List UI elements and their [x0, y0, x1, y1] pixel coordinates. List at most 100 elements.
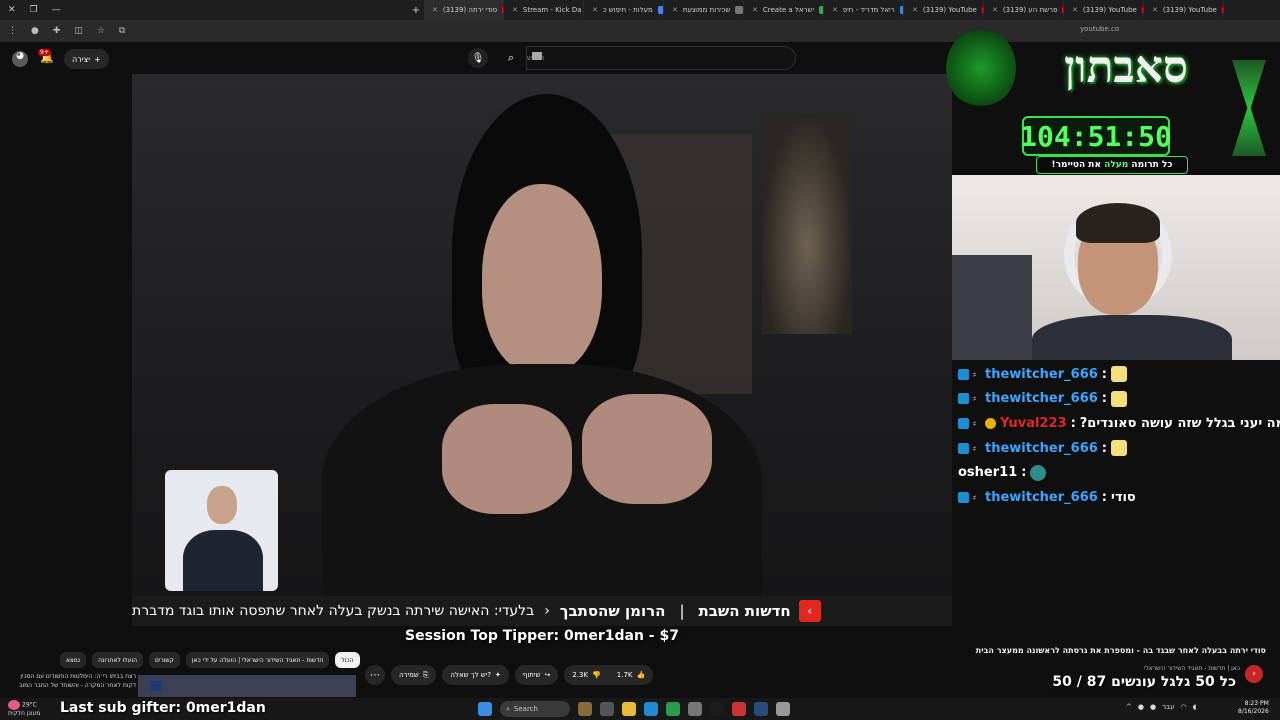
browser-tab[interactable]: ✕ (3139) YouTube: [904, 0, 984, 20]
share-page-icon[interactable]: ⧉: [119, 26, 125, 36]
tab-close-icon[interactable]: ✕: [1152, 6, 1158, 14]
streamer-hair: [1076, 203, 1160, 243]
weather-desc: מעונן חלקית: [8, 710, 41, 717]
task-view-icon[interactable]: [600, 702, 614, 716]
minimize-icon[interactable]: —: [52, 5, 61, 15]
tray-app-icon[interactable]: ●: [1138, 703, 1144, 711]
browser-tab[interactable]: ✕ (3139) סודי ירתה: [424, 0, 504, 20]
dislike-count[interactable]: 2.3K: [572, 671, 588, 679]
tab-close-icon[interactable]: ✕: [672, 6, 678, 14]
windows-start-icon[interactable]: [478, 702, 492, 716]
chat-message: ⸗ thewitcher_666: סודי: [958, 485, 1274, 510]
account-avatar[interactable]: ◕: [12, 51, 28, 67]
browser-tab[interactable]: ✕ (3139) YouTube: [1144, 0, 1224, 20]
tab-close-icon[interactable]: ✕: [592, 6, 598, 14]
related-video-thumbnail[interactable]: [138, 675, 356, 697]
screen: ✕ ❐ — + ✕ (3139) סודי ירתה ✕ Stream - Kick …: [0, 0, 1280, 720]
chat-username[interactable]: osher11: [958, 465, 1017, 480]
ticker-channel: חדשות השבת: [698, 602, 791, 620]
ask-label: יש לך שאלה?: [450, 671, 492, 679]
obs-icon[interactable]: [710, 702, 724, 716]
close-window-icon[interactable]: ✕: [8, 5, 16, 15]
browser-tab[interactable]: ✕ Create a ישראל: [744, 0, 824, 20]
channel-name[interactable]: כאן | חדשות - תאגיד השידור הישראלי: [1080, 665, 1240, 672]
video-title: סודי ירתה בבעלה לאחר שבגד בה - ומספרת את…: [975, 646, 1266, 655]
voice-search-mic-icon[interactable]: 🎙: [468, 48, 488, 68]
filter-chip[interactable]: קשורים: [149, 652, 180, 668]
save-button[interactable]: שמירה ⎘: [391, 665, 437, 685]
browser-tab[interactable]: ✕ שכירות ממוצעת: [664, 0, 744, 20]
search-icon[interactable]: ⌕: [498, 46, 524, 70]
tab-close-icon[interactable]: ✕: [992, 6, 998, 14]
widgets-icon[interactable]: [578, 702, 592, 716]
bookmark-star-icon[interactable]: ☆: [97, 26, 105, 36]
thumbs-up-icon[interactable]: 👍: [637, 671, 646, 679]
steam-icon[interactable]: [754, 702, 768, 716]
filter-chip[interactable]: נמצא: [60, 652, 87, 668]
chat-username[interactable]: thewitcher_666: [985, 441, 1098, 456]
browser-tab[interactable]: ✕ Stream - Kick Da: [504, 0, 584, 20]
weather-widget[interactable]: 29°C מעונן חלקית: [8, 700, 40, 718]
sword-badge-icon: ⸗: [973, 418, 976, 429]
weather-icon: [8, 700, 20, 710]
maximize-icon[interactable]: ❐: [30, 5, 38, 15]
filter-chip[interactable]: חדשות - תאגיד השידור הישראלי | הועלה על …: [185, 652, 330, 668]
keyboard-icon[interactable]: [532, 52, 542, 60]
more-menu-icon[interactable]: ⋮: [8, 26, 17, 36]
punishment-wheel-goal: כל 50 גלגל עונשים 87 / 50: [1052, 674, 1236, 690]
sword-badge-icon: ⸗: [973, 369, 976, 380]
edge-icon[interactable]: [644, 702, 658, 716]
filter-chip[interactable]: הועלו לאחרונה: [92, 652, 144, 668]
tab-close-icon[interactable]: ✕: [912, 6, 918, 14]
emote-icon: [1111, 366, 1127, 383]
tab-close-icon[interactable]: ✕: [512, 6, 518, 14]
tab-close-icon[interactable]: ✕: [832, 6, 838, 14]
input-language[interactable]: עבר: [1162, 703, 1174, 711]
related-video-caption[interactable]: רצח בביתו רי׳ה: הימלטות החשודים עם הסכין…: [4, 672, 136, 690]
clock-time: 8:23 PM: [1244, 700, 1269, 707]
file-explorer-icon[interactable]: [622, 702, 636, 716]
chat-colon: :: [1101, 440, 1107, 456]
related-caption-line-1: רצח בביתו רי׳ה: הימלטות החשודים עם הסכין: [20, 673, 136, 680]
chat-username[interactable]: thewitcher_666: [985, 490, 1098, 505]
thumbs-down-icon[interactable]: 👎: [592, 671, 601, 679]
search-input[interactable]: חיפוש: [526, 46, 796, 70]
share-label: שיתוף: [522, 671, 541, 679]
browser-tab[interactable]: ✕ (3139) פרשת הע: [984, 0, 1064, 20]
kan-logo-icon: ›: [798, 600, 821, 622]
extensions-icon[interactable]: ✚: [53, 26, 61, 36]
taskbar-clock[interactable]: 8:23 PM 8/16/2026: [1238, 700, 1269, 716]
taskbar-search[interactable]: ⌕ Search: [500, 701, 570, 717]
chat-username[interactable]: Yuval223: [1000, 416, 1067, 431]
browser-tab[interactable]: ✕ ריאל מדריד - חיפ: [824, 0, 904, 20]
globe-emote-icon: [1030, 464, 1047, 481]
chrome-icon[interactable]: [666, 702, 680, 716]
profile-icon[interactable]: ●: [31, 26, 39, 36]
tab-search-icon[interactable]: ◫: [74, 26, 83, 36]
channel-avatar[interactable]: ›: [1245, 665, 1263, 683]
create-button[interactable]: יצירה +: [64, 49, 109, 69]
chat-message: osher11:: [958, 460, 1274, 485]
tab-close-icon[interactable]: ✕: [432, 6, 438, 14]
browser-tab[interactable]: ✕ (3139) YouTube: [1064, 0, 1144, 20]
ask-button[interactable]: יש לך שאלה? ✦: [442, 665, 509, 685]
app-icon-2[interactable]: [732, 702, 746, 716]
share-button[interactable]: שיתוף ↪: [514, 665, 559, 685]
chat-username[interactable]: thewitcher_666: [985, 367, 1098, 382]
new-tab-icon[interactable]: +: [408, 5, 424, 16]
tab-close-icon[interactable]: ✕: [1072, 6, 1078, 14]
like-count[interactable]: 1.7K: [617, 671, 633, 679]
volume-icon[interactable]: ◖: [1193, 703, 1197, 711]
app-icon-1[interactable]: [688, 702, 702, 716]
tab-label: (3139) YouTube: [1082, 6, 1137, 14]
wifi-icon[interactable]: ◠: [1180, 703, 1186, 711]
chat-username[interactable]: thewitcher_666: [985, 391, 1098, 406]
tray-app-icon-2[interactable]: ●: [1150, 703, 1156, 711]
more-actions-icon[interactable]: ⋯: [365, 665, 385, 685]
filter-chip[interactable]: הכול: [335, 652, 360, 668]
browser-tab[interactable]: ✕ מעלות - חיפוש כ: [584, 0, 664, 20]
settings-gear-icon[interactable]: [776, 702, 790, 716]
hourglass-icon: [1232, 60, 1266, 156]
tray-chevron-icon[interactable]: ^: [1126, 703, 1132, 711]
tab-close-icon[interactable]: ✕: [752, 6, 758, 14]
